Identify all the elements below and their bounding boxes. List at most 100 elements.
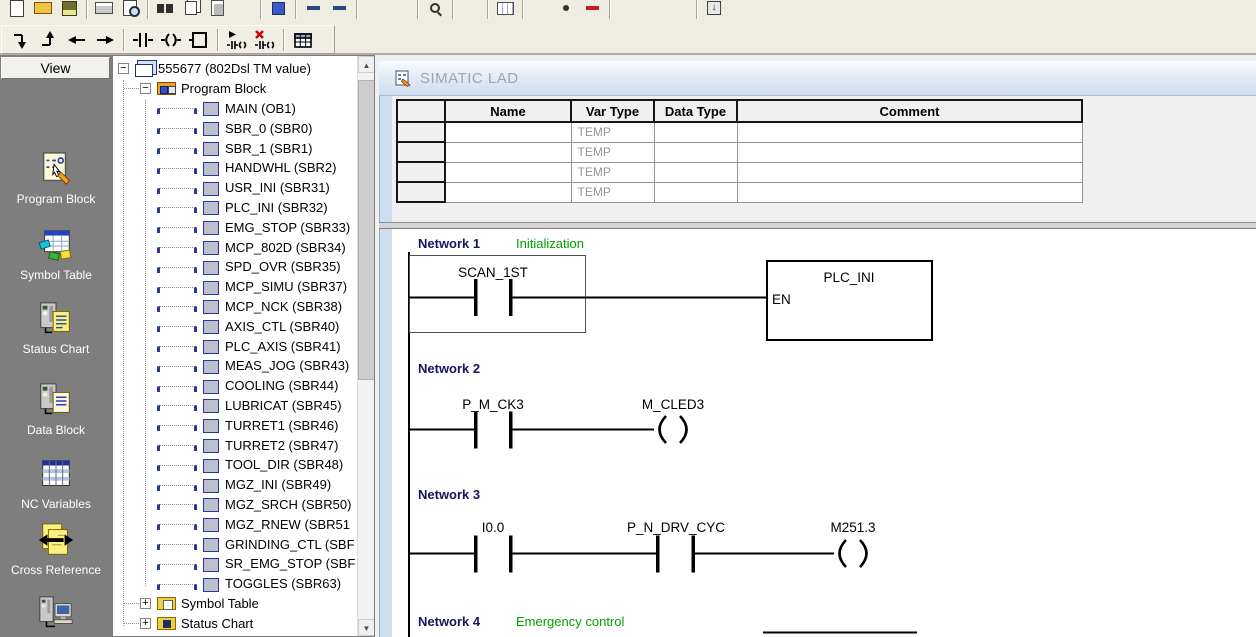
upload-button[interactable] <box>300 0 326 23</box>
var-name-cell[interactable] <box>445 142 571 162</box>
data-type-cell[interactable] <box>654 142 737 162</box>
network-label[interactable]: Network 4 <box>418 614 481 629</box>
var-type-cell[interactable]: TEMP <box>571 162 654 182</box>
line-up-button[interactable] <box>35 27 63 53</box>
insert-coil-button[interactable] <box>157 27 185 53</box>
tree-item[interactable]: TOGGLES (SBR63) <box>113 574 357 594</box>
coil-operand[interactable]: M_CLED3 <box>642 397 704 412</box>
zoom-button[interactable] <box>422 0 448 23</box>
unforce-button[interactable] <box>666 0 692 23</box>
sort-ascending-button[interactable] <box>361 0 387 23</box>
undo-button[interactable] <box>230 0 256 23</box>
delete-network-button[interactable] <box>251 27 279 53</box>
find-button[interactable] <box>152 0 178 23</box>
pause-status-button[interactable] <box>579 0 605 23</box>
comment-cell[interactable] <box>737 162 1082 182</box>
tree-item[interactable]: SR_EMG_STOP (SBF <box>113 554 357 574</box>
sidebar-item-symbol-table[interactable]: Symbol Table <box>0 227 112 282</box>
tree-item[interactable]: TURRET1 (SBR46) <box>113 415 357 435</box>
tree-item[interactable]: MCP_SIMU (SBR37) <box>113 277 357 297</box>
contact-symbol[interactable] <box>474 412 478 449</box>
contact-symbol[interactable] <box>656 536 660 573</box>
options-button[interactable] <box>492 0 518 23</box>
network-1[interactable]: Network 1 Initialization SCAN_1ST PLC_IN… <box>409 236 932 340</box>
tree-item[interactable]: PLC_AXIS (SBR41) <box>113 336 357 356</box>
program-status-button[interactable] <box>614 0 640 23</box>
tree-item[interactable]: MAIN (OB1) <box>113 99 357 119</box>
block-name[interactable]: PLC_INI <box>823 270 874 285</box>
network-2[interactable]: Network 2 P_M_CK3 M_CLED3 <box>409 361 704 449</box>
table-view-button[interactable] <box>289 27 317 53</box>
tree-item[interactable]: MCP_802D (SBR34) <box>113 237 357 257</box>
tree-item[interactable]: MGZ_RNEW (SBR51 <box>113 514 357 534</box>
paste-button[interactable] <box>204 0 230 23</box>
tree-item[interactable]: TURRET2 (SBR47) <box>113 435 357 455</box>
contact-symbol[interactable] <box>509 279 513 316</box>
sidebar-item-data-block[interactable]: Data Block <box>0 382 112 437</box>
contact-operand[interactable]: I0.0 <box>482 520 505 535</box>
tree-expander-icon[interactable] <box>140 83 151 94</box>
information-button[interactable] <box>457 0 483 23</box>
sort-descending-button[interactable] <box>387 0 413 23</box>
tree-item[interactable]: MEAS_JOG (SBR43) <box>113 356 357 376</box>
tree-item[interactable]: MGZ_SRCH (SBR50) <box>113 495 357 515</box>
split-window-button[interactable] <box>527 0 553 23</box>
contact-symbol[interactable] <box>509 412 513 449</box>
ladder-editor[interactable]: Network 1 Initialization SCAN_1ST PLC_IN… <box>390 228 1256 637</box>
coil-symbol[interactable] <box>860 540 867 567</box>
sidebar-item-program-block[interactable]: Program Block <box>0 151 112 206</box>
tree-item[interactable]: TOOL_DIR (SBR48) <box>113 455 357 475</box>
row-selector[interactable] <box>397 142 445 162</box>
scrollbar-thumb[interactable] <box>358 80 375 380</box>
data-type-cell[interactable] <box>654 182 737 202</box>
write-button[interactable] <box>701 0 727 23</box>
line-left-button[interactable] <box>63 27 91 53</box>
network-comment[interactable]: Emergency control <box>516 614 624 629</box>
coil-symbol[interactable] <box>680 416 687 443</box>
tree-item[interactable]: PLC_INI (SBR32) <box>113 198 357 218</box>
block-en-input[interactable]: EN <box>772 292 791 307</box>
tree-item[interactable]: MCP_NCK (SBR38) <box>113 297 357 317</box>
line-right-button[interactable] <box>91 27 119 53</box>
var-type-cell[interactable]: TEMP <box>571 142 654 162</box>
copy-button[interactable] <box>178 0 204 23</box>
coil-symbol[interactable] <box>660 416 667 443</box>
tree-item[interactable]: 555677 (802Dsl TM value) <box>113 59 357 79</box>
network-4[interactable]: Network 4 Emergency control <box>418 614 917 633</box>
tree-item[interactable]: HANDWHL (SBR2) <box>113 158 357 178</box>
tree-item[interactable]: USR_INI (SBR31) <box>113 178 357 198</box>
row-selector[interactable] <box>397 162 445 182</box>
var-name-cell[interactable] <box>445 162 571 182</box>
tree-expander-icon[interactable] <box>140 598 151 609</box>
tree-item[interactable]: Program Block <box>113 79 357 99</box>
tree-item[interactable]: SPD_OVR (SBR35) <box>113 257 357 277</box>
sidebar-item-status-chart[interactable]: Status Chart <box>0 301 112 356</box>
open-button[interactable] <box>30 0 56 23</box>
data-type-cell[interactable] <box>654 162 737 182</box>
download-button[interactable] <box>326 0 352 23</box>
coil-symbol[interactable] <box>840 540 847 567</box>
bookmark-button[interactable] <box>553 0 579 23</box>
network-label[interactable]: Network 2 <box>418 361 480 376</box>
insert-contact-button[interactable] <box>129 27 157 53</box>
contact-symbol[interactable] <box>509 536 513 573</box>
new-button[interactable] <box>4 0 30 23</box>
data-type-cell[interactable] <box>654 122 737 142</box>
var-name-cell[interactable] <box>445 122 571 142</box>
network-3[interactable]: Network 3 I0.0 P_N_DRV_CYC M251.3 <box>409 487 876 573</box>
tree-item[interactable]: GRINDING_CTL (SBF <box>113 534 357 554</box>
tree-item[interactable]: LUBRICAT (SBR45) <box>113 396 357 416</box>
comment-cell[interactable] <box>737 182 1082 202</box>
tree-item[interactable]: EMG_STOP (SBR33) <box>113 217 357 237</box>
contact-operand[interactable]: P_M_CK3 <box>462 397 524 412</box>
print-preview-button[interactable] <box>117 0 143 23</box>
comment-cell[interactable] <box>737 142 1082 162</box>
scroll-down-button[interactable]: ▼ <box>358 619 375 636</box>
network-label[interactable]: Network 1 <box>418 236 480 251</box>
var-type-cell[interactable]: TEMP <box>571 122 654 142</box>
sidebar-item-cross-reference[interactable]: Cross Reference <box>0 522 112 577</box>
tree-scrollbar[interactable]: ▲ ▼ <box>357 56 374 636</box>
tree-item[interactable]: AXIS_CTL (SBR40) <box>113 316 357 336</box>
contact-symbol[interactable] <box>474 279 478 316</box>
insert-network-button[interactable] <box>223 27 251 53</box>
